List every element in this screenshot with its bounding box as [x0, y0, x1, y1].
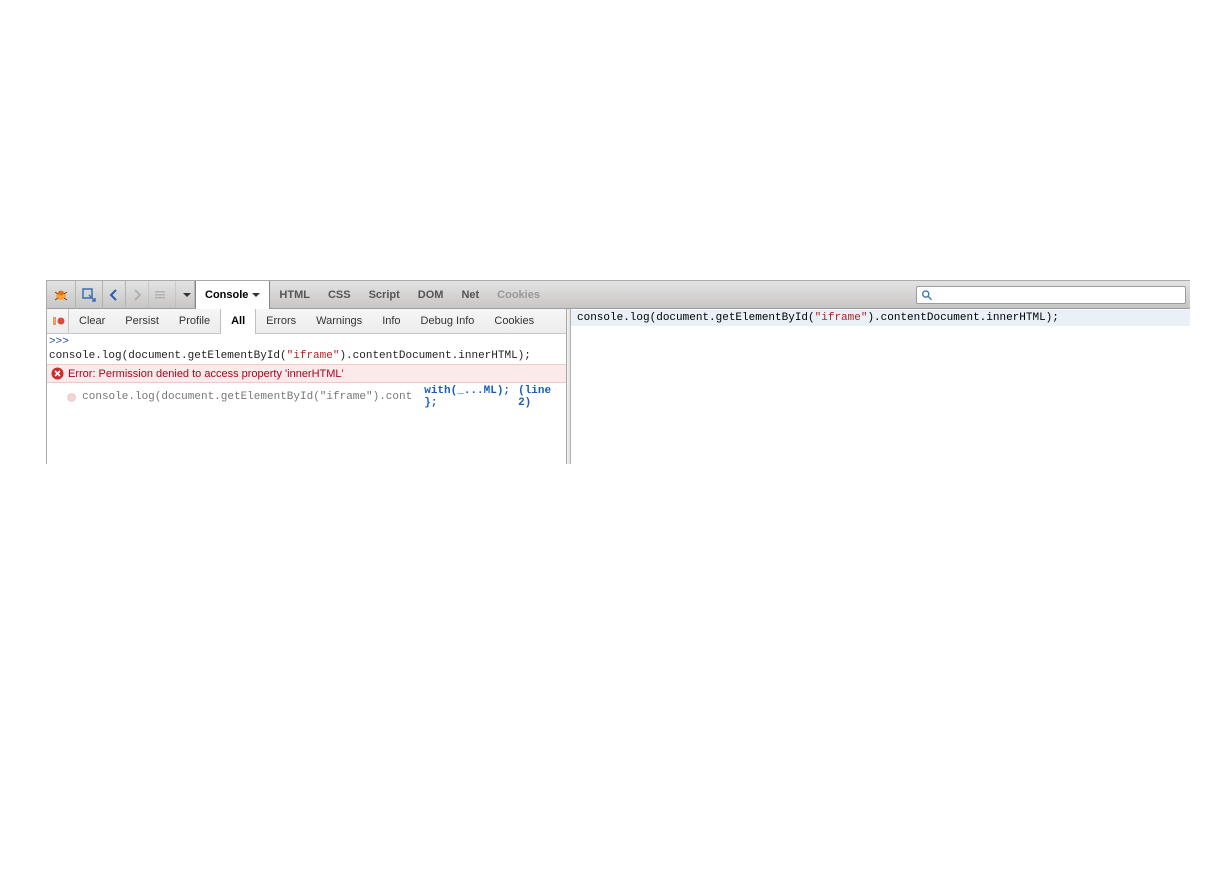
error-text: Error: Permission denied to access prope… — [68, 368, 344, 380]
breakpoint-icon — [67, 392, 76, 403]
profile-button[interactable]: Profile — [169, 309, 220, 334]
inspect-icon — [82, 288, 96, 302]
main-toolbar: Console HTML CSS Script DOM Net Cookies — [47, 281, 1190, 309]
tab-label: DOM — [418, 289, 444, 301]
clear-button[interactable]: Clear — [69, 309, 115, 334]
label: Errors — [266, 315, 296, 327]
filter-warnings[interactable]: Warnings — [306, 309, 372, 334]
panel-tabs: Console HTML CSS Script DOM Net Cookies — [195, 281, 549, 309]
tab-dom[interactable]: DOM — [409, 281, 453, 309]
chevron-left-icon — [109, 289, 119, 301]
search-icon — [921, 289, 932, 301]
trace-link[interactable]: with(_...ML); }; — [424, 385, 512, 409]
label: Debug Info — [421, 315, 475, 327]
nav-forward-button[interactable] — [126, 281, 149, 309]
trace-location: (line 2) — [518, 385, 562, 409]
cmd-text-pre: console.log(document.getElementById( — [577, 312, 815, 324]
persist-button[interactable]: Persist — [115, 309, 169, 334]
search-wrap — [916, 286, 1186, 304]
command-editor-pane[interactable]: console.log(document.getElementById("ifr… — [571, 309, 1190, 464]
filter-all[interactable]: All — [220, 309, 256, 334]
tab-cookies[interactable]: Cookies — [488, 281, 549, 309]
filter-debuginfo[interactable]: Debug Info — [411, 309, 485, 334]
prompt-label: >>> — [49, 336, 69, 348]
filter-cookies[interactable]: Cookies — [484, 309, 544, 334]
inspect-button[interactable] — [76, 281, 103, 309]
caret-down-icon — [183, 293, 191, 297]
tab-css[interactable]: CSS — [319, 281, 360, 309]
bug-icon — [53, 288, 69, 302]
tab-html[interactable]: HTML — [270, 281, 319, 309]
command-editor-line[interactable]: console.log(document.getElementById("ifr… — [571, 310, 1190, 326]
panel-menu-dropdown[interactable] — [176, 281, 195, 309]
label: Cookies — [494, 315, 534, 327]
label: Profile — [179, 315, 210, 327]
nav-back-button[interactable] — [103, 281, 126, 309]
label: Warnings — [316, 315, 362, 327]
split-body: Clear Persist Profile All Errors Warning… — [47, 309, 1190, 464]
panel-menu-button[interactable] — [149, 281, 176, 309]
tab-script[interactable]: Script — [360, 281, 409, 309]
executed-command-row: >>> console.log(document.getElementById(… — [47, 334, 566, 364]
break-on-error-toggle[interactable] — [47, 309, 69, 334]
tab-console[interactable]: Console — [195, 281, 270, 309]
cmd-text-str: "iframe" — [287, 350, 340, 362]
trace-code: console.log(document.getElementById("ifr… — [82, 391, 412, 403]
cmd-text-pre: console.log(document.getElementById( — [49, 350, 287, 362]
error-row[interactable]: Error: Permission denied to access prope… — [47, 364, 566, 383]
tab-label: CSS — [328, 289, 351, 301]
filter-info[interactable]: Info — [372, 309, 410, 334]
cmd-text-post: ).contentDocument.innerHTML); — [867, 312, 1058, 324]
label: Persist — [125, 315, 159, 327]
cmd-text-post: ).contentDocument.innerHTML); — [339, 350, 530, 362]
firebug-panel: Console HTML CSS Script DOM Net Cookies — [46, 280, 1190, 464]
tab-label: Console — [205, 289, 248, 301]
cmd-text-str: "iframe" — [815, 312, 868, 324]
tab-net[interactable]: Net — [452, 281, 488, 309]
stack-trace-row[interactable]: console.log(document.getElementById("ifr… — [47, 383, 566, 411]
chevron-right-icon — [132, 289, 142, 301]
pause-stop-icon — [51, 314, 65, 328]
label: Clear — [79, 315, 105, 327]
firebug-icon-button[interactable] — [47, 281, 76, 309]
label: All — [231, 315, 245, 327]
label: Info — [382, 315, 400, 327]
search-box[interactable] — [916, 286, 1186, 304]
menu-lines-icon — [155, 290, 169, 300]
error-icon — [51, 367, 64, 380]
filter-errors[interactable]: Errors — [256, 309, 306, 334]
tab-label: Net — [461, 289, 479, 301]
tab-label: Script — [369, 289, 400, 301]
tab-label: HTML — [279, 289, 310, 301]
caret-down-icon — [252, 293, 260, 297]
console-sub-toolbar: Clear Persist Profile All Errors Warning… — [47, 309, 566, 334]
tab-label: Cookies — [497, 289, 540, 301]
console-output-pane: Clear Persist Profile All Errors Warning… — [47, 309, 567, 464]
search-input[interactable] — [932, 289, 1181, 301]
